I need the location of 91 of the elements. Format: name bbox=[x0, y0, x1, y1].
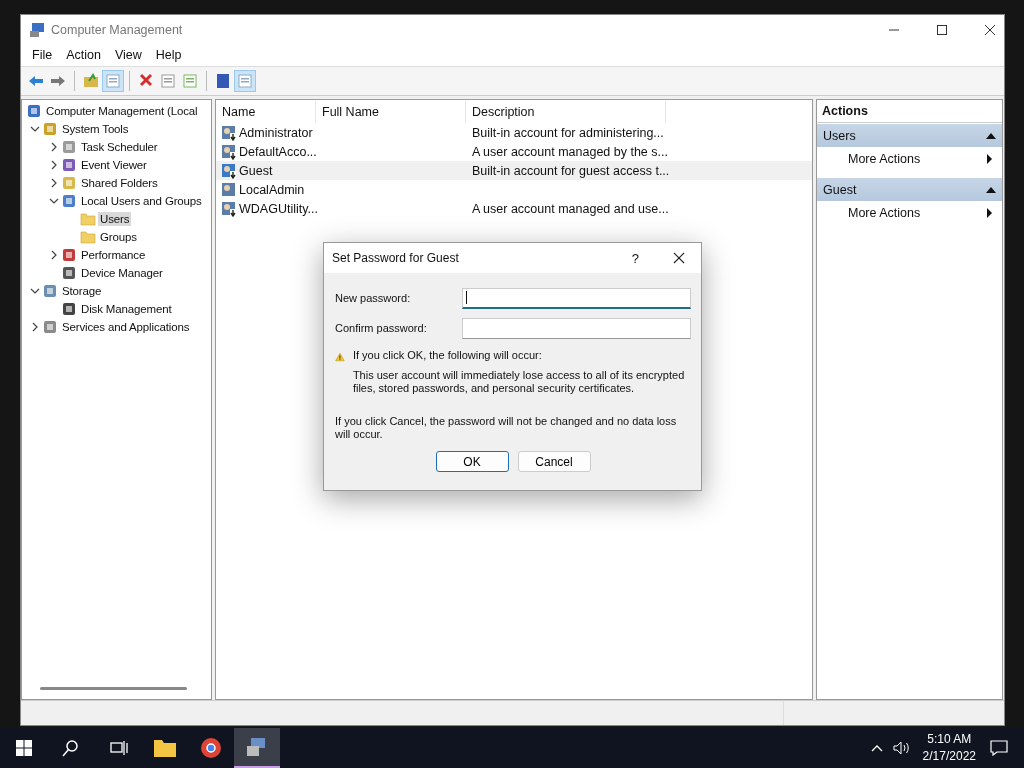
table-cell: Administrator bbox=[239, 125, 313, 140]
folder-up-icon bbox=[83, 73, 99, 89]
search-icon[interactable] bbox=[62, 739, 80, 757]
forward-arrow-icon bbox=[50, 73, 66, 89]
table-row[interactable]: LocalAdmin bbox=[216, 180, 812, 199]
chevron-down-icon[interactable] bbox=[29, 124, 40, 134]
node-icon bbox=[61, 301, 77, 317]
action-item[interactable]: More Actions bbox=[817, 147, 1002, 170]
table-cell: A user account managed by the s... bbox=[472, 144, 668, 159]
tree-item[interactable]: Task Scheduler bbox=[79, 140, 160, 154]
action-section-header[interactable]: Users bbox=[817, 124, 1002, 147]
tree-item[interactable]: Services and Applications bbox=[60, 320, 192, 334]
node-icon bbox=[42, 319, 58, 335]
action-section-header[interactable]: Guest bbox=[817, 178, 1002, 201]
delete-icon bbox=[138, 73, 154, 89]
node-icon bbox=[26, 103, 42, 119]
table-cell: Built-in account for administering... bbox=[472, 125, 664, 140]
scrollbar[interactable] bbox=[40, 687, 187, 690]
column-header[interactable]: Description bbox=[466, 101, 666, 123]
ok-button[interactable]: OK bbox=[435, 451, 509, 472]
warning-text: This user account will immediately lose access to all of its encrypted files, stored passwords, and personal security certificates. bbox=[352, 369, 686, 395]
menu-item[interactable]: View bbox=[107, 46, 149, 64]
column-header[interactable]: Full Name bbox=[316, 101, 466, 123]
collapse-icon[interactable] bbox=[986, 186, 996, 193]
menu-item[interactable]: Action bbox=[59, 46, 108, 64]
table-cell: A user account managed and use... bbox=[472, 201, 669, 216]
tree-item[interactable]: Computer Management (Local bbox=[44, 104, 200, 118]
chevron-down-icon[interactable] bbox=[29, 286, 40, 296]
tree-item[interactable]: Performance bbox=[79, 248, 148, 262]
clock-time[interactable]: 5:10 AM bbox=[927, 731, 972, 748]
menu-item[interactable]: File bbox=[25, 46, 60, 64]
taskbar-app[interactable] bbox=[234, 728, 280, 768]
properties-icon bbox=[160, 73, 176, 89]
cancel-button[interactable]: Cancel bbox=[517, 451, 591, 472]
table-cell: Built-in account for guest access t... bbox=[472, 163, 670, 178]
volume-icon[interactable] bbox=[892, 741, 911, 755]
task-view-icon[interactable] bbox=[110, 740, 128, 756]
close-icon[interactable] bbox=[984, 23, 996, 36]
panel-icon bbox=[105, 73, 121, 89]
password-field[interactable] bbox=[462, 317, 691, 339]
password-field[interactable] bbox=[462, 287, 691, 309]
arrow-right-icon bbox=[987, 207, 992, 218]
tree-item[interactable]: Users bbox=[98, 212, 132, 226]
table-cell: LocalAdmin bbox=[239, 182, 305, 197]
folder-icon bbox=[153, 737, 177, 759]
tree-item[interactable]: Device Manager bbox=[79, 266, 165, 280]
tree-item[interactable]: Storage bbox=[60, 284, 104, 298]
dialog-title: Set Password for Guest bbox=[332, 251, 459, 265]
node-icon bbox=[61, 157, 77, 173]
tree-item[interactable]: Disk Management bbox=[79, 302, 174, 316]
column-header[interactable]: Name bbox=[216, 101, 316, 123]
tree-item[interactable]: Local Users and Groups bbox=[79, 194, 204, 208]
table-cell: Guest bbox=[239, 163, 273, 178]
folder-icon bbox=[80, 211, 96, 227]
node-icon bbox=[61, 193, 77, 209]
tree-item[interactable]: Groups bbox=[98, 230, 139, 244]
actions-header: Actions bbox=[817, 100, 1002, 123]
panel-icon bbox=[237, 73, 253, 89]
window-title: Computer Management bbox=[51, 22, 183, 37]
tree-item[interactable]: Shared Folders bbox=[79, 176, 160, 190]
node-icon bbox=[61, 175, 77, 191]
table-cell: DefaultAcco... bbox=[239, 144, 317, 159]
chevron-down-icon[interactable] bbox=[48, 196, 59, 206]
export-icon bbox=[182, 73, 198, 89]
back-arrow-icon bbox=[28, 73, 44, 89]
node-icon bbox=[61, 247, 77, 263]
tree-item[interactable]: Event Viewer bbox=[79, 158, 149, 172]
start-icon[interactable] bbox=[16, 740, 32, 756]
tree-item[interactable]: System Tools bbox=[60, 122, 131, 136]
clock-date[interactable]: 2/17/2022 bbox=[922, 748, 976, 765]
folder-icon bbox=[80, 229, 96, 245]
menu-item[interactable]: Help bbox=[148, 46, 189, 64]
warning-title: If you click OK, the following will occur: bbox=[352, 349, 543, 361]
node-icon bbox=[61, 265, 77, 281]
node-icon bbox=[61, 139, 77, 155]
close-icon[interactable] bbox=[673, 252, 685, 264]
node-icon bbox=[42, 283, 58, 299]
field-label: New password: bbox=[335, 292, 412, 304]
collapse-icon[interactable] bbox=[986, 132, 996, 139]
action-item[interactable]: More Actions bbox=[817, 201, 1002, 224]
node-icon bbox=[42, 121, 58, 137]
maximize-icon[interactable] bbox=[936, 23, 948, 36]
field-label: Confirm password: bbox=[335, 322, 428, 334]
notifications-icon[interactable] bbox=[990, 740, 1008, 756]
computer-icon bbox=[29, 21, 45, 38]
browser-icon bbox=[199, 737, 223, 759]
chevron-up-icon[interactable] bbox=[870, 744, 883, 752]
help-button[interactable]: ? bbox=[631, 250, 639, 266]
table-cell: WDAGUtility... bbox=[239, 201, 318, 216]
arrow-right-icon bbox=[987, 153, 992, 164]
cancel-note: If you click Cancel, the password will not be changed and no data loss will occur. bbox=[335, 415, 678, 441]
